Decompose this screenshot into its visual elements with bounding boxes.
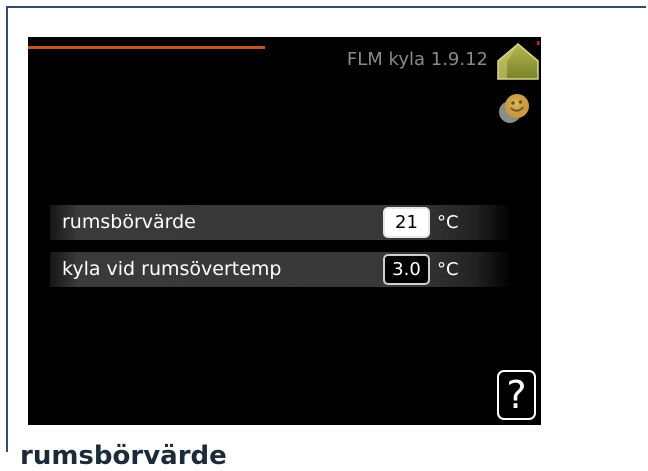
- row-label: rumsbörvärde: [62, 211, 196, 233]
- smiley-icon: [498, 91, 532, 125]
- menu-accent-line: [28, 46, 265, 49]
- menu-row-rumsborvarde[interactable]: rumsbörvärde 21 °C: [50, 205, 512, 240]
- unit-label: °C: [437, 212, 459, 233]
- section-heading: rumsbörvärde: [20, 441, 227, 471]
- help-icon[interactable]: ?: [497, 370, 536, 420]
- value-field[interactable]: 3.0: [383, 254, 430, 285]
- display-screen: FLM kyla 1.9.12 rumsbörvärde 21 °C kyla …: [28, 37, 541, 425]
- value-field[interactable]: 21: [383, 207, 430, 238]
- house-icon-graphic: [497, 41, 540, 80]
- menu-row-kyla-vid-rumsovertemp[interactable]: kyla vid rumsövertemp 3.0 °C: [50, 252, 512, 287]
- unit-label: °C: [437, 259, 459, 280]
- row-label: kyla vid rumsövertemp: [62, 258, 282, 280]
- smiley-icon-graphic: [499, 94, 529, 123]
- house-icon[interactable]: [496, 41, 540, 81]
- menu-title: FLM kyla 1.9.12: [346, 49, 488, 70]
